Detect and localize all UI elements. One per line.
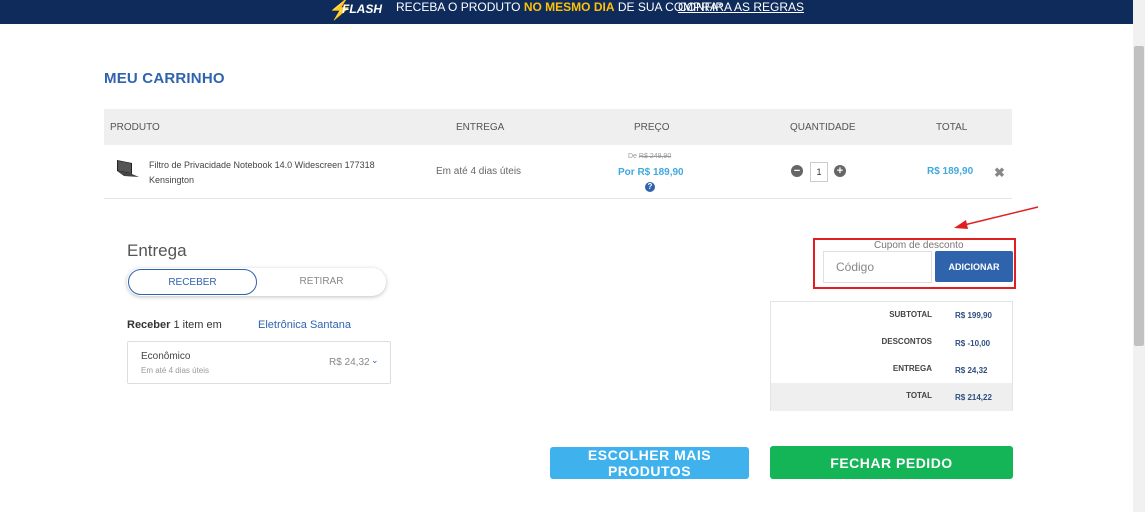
scrollbar-thumb[interactable] xyxy=(1134,46,1144,346)
laptop-icon xyxy=(117,160,139,177)
annotation-arrow-icon xyxy=(954,206,1039,229)
add-coupon-button[interactable]: ADICIONAR xyxy=(935,251,1013,282)
shipping-name: Econômico xyxy=(141,351,191,362)
new-price: Por R$ 189,90 xyxy=(618,167,684,178)
chevron-down-icon: ⌄ xyxy=(371,355,379,365)
header-price: PREÇO xyxy=(634,122,670,133)
old-price: De R$ 249,90 xyxy=(628,153,672,160)
table-row: Filtro de Privacidade Notebook 14.0 Wide… xyxy=(104,145,1012,199)
header-product: PRODUTO xyxy=(110,122,160,133)
row-delivery: Em até 4 dias úteis xyxy=(436,166,522,177)
store-link[interactable]: Eletrônica Santana xyxy=(258,319,351,331)
shipping-eta: Em até 4 dias úteis xyxy=(141,366,210,375)
checkout-button[interactable]: FECHAR PEDIDO xyxy=(770,446,1013,479)
order-summary: SUBTOTAL R$ 199,90 DESCONTOS R$ -10,00 E… xyxy=(770,301,1013,411)
header-quantity: QUANTIDADE xyxy=(790,122,856,133)
coupon-code-input[interactable] xyxy=(823,251,932,283)
rules-link[interactable]: CONFIRA AS REGRAS xyxy=(678,0,804,14)
summary-total: TOTAL R$ 214,22 xyxy=(771,383,1012,411)
tab-receber[interactable]: RECEBER xyxy=(128,269,257,295)
shipping-option-select[interactable]: Econômico Em até 4 dias úteis R$ 24,32 ⌄ xyxy=(127,341,391,384)
page-scrollbar[interactable] xyxy=(1133,0,1145,512)
coupon-highlight-box: Cupom de desconto ADICIONAR xyxy=(813,238,1016,289)
remove-item-icon[interactable]: ✖ xyxy=(994,165,1005,181)
promo-banner: ⚡ FLASH RECEBA O PRODUTO NO MESMO DIA DE… xyxy=(0,0,1133,24)
delivery-title: Entrega xyxy=(127,241,187,260)
quantity-input[interactable] xyxy=(810,162,828,182)
logo-text: FLASH xyxy=(342,2,382,16)
shipping-price: R$ 24,32 xyxy=(329,357,370,368)
header-delivery: ENTREGA xyxy=(456,122,505,133)
summary-subtotal: SUBTOTAL R$ 199,90 xyxy=(889,310,992,320)
receive-info: Receber 1 item em xyxy=(127,319,222,331)
page-title: MEU CARRINHO xyxy=(104,70,225,87)
banner-message: RECEBA O PRODUTO NO MESMO DIA DE SUA COM… xyxy=(396,0,723,14)
increase-quantity-button[interactable]: + xyxy=(834,165,846,177)
entrega-flash-logo: ⚡ FLASH xyxy=(328,0,382,24)
tab-retirar[interactable]: RETIRAR xyxy=(257,268,386,296)
summary-shipping: ENTREGA R$ 24,32 xyxy=(892,364,988,375)
product-name[interactable]: Filtro de Privacidade Notebook 14.0 Wide… xyxy=(149,158,389,188)
row-total: R$ 189,90 xyxy=(927,166,974,177)
delivery-mode-toggle: RECEBER RETIRAR xyxy=(127,268,386,296)
summary-discounts: DESCONTOS R$ -10,00 xyxy=(881,337,991,348)
help-icon[interactable]: ? xyxy=(645,182,655,192)
header-total: TOTAL xyxy=(936,122,968,133)
coupon-label: Cupom de desconto xyxy=(874,240,964,251)
decrease-quantity-button[interactable]: − xyxy=(791,165,803,177)
choose-more-products-button[interactable]: ESCOLHER MAIS PRODUTOS xyxy=(550,447,749,479)
cart-table-header: PRODUTO ENTREGA PREÇO QUANTIDADE TOTAL xyxy=(104,109,1012,145)
